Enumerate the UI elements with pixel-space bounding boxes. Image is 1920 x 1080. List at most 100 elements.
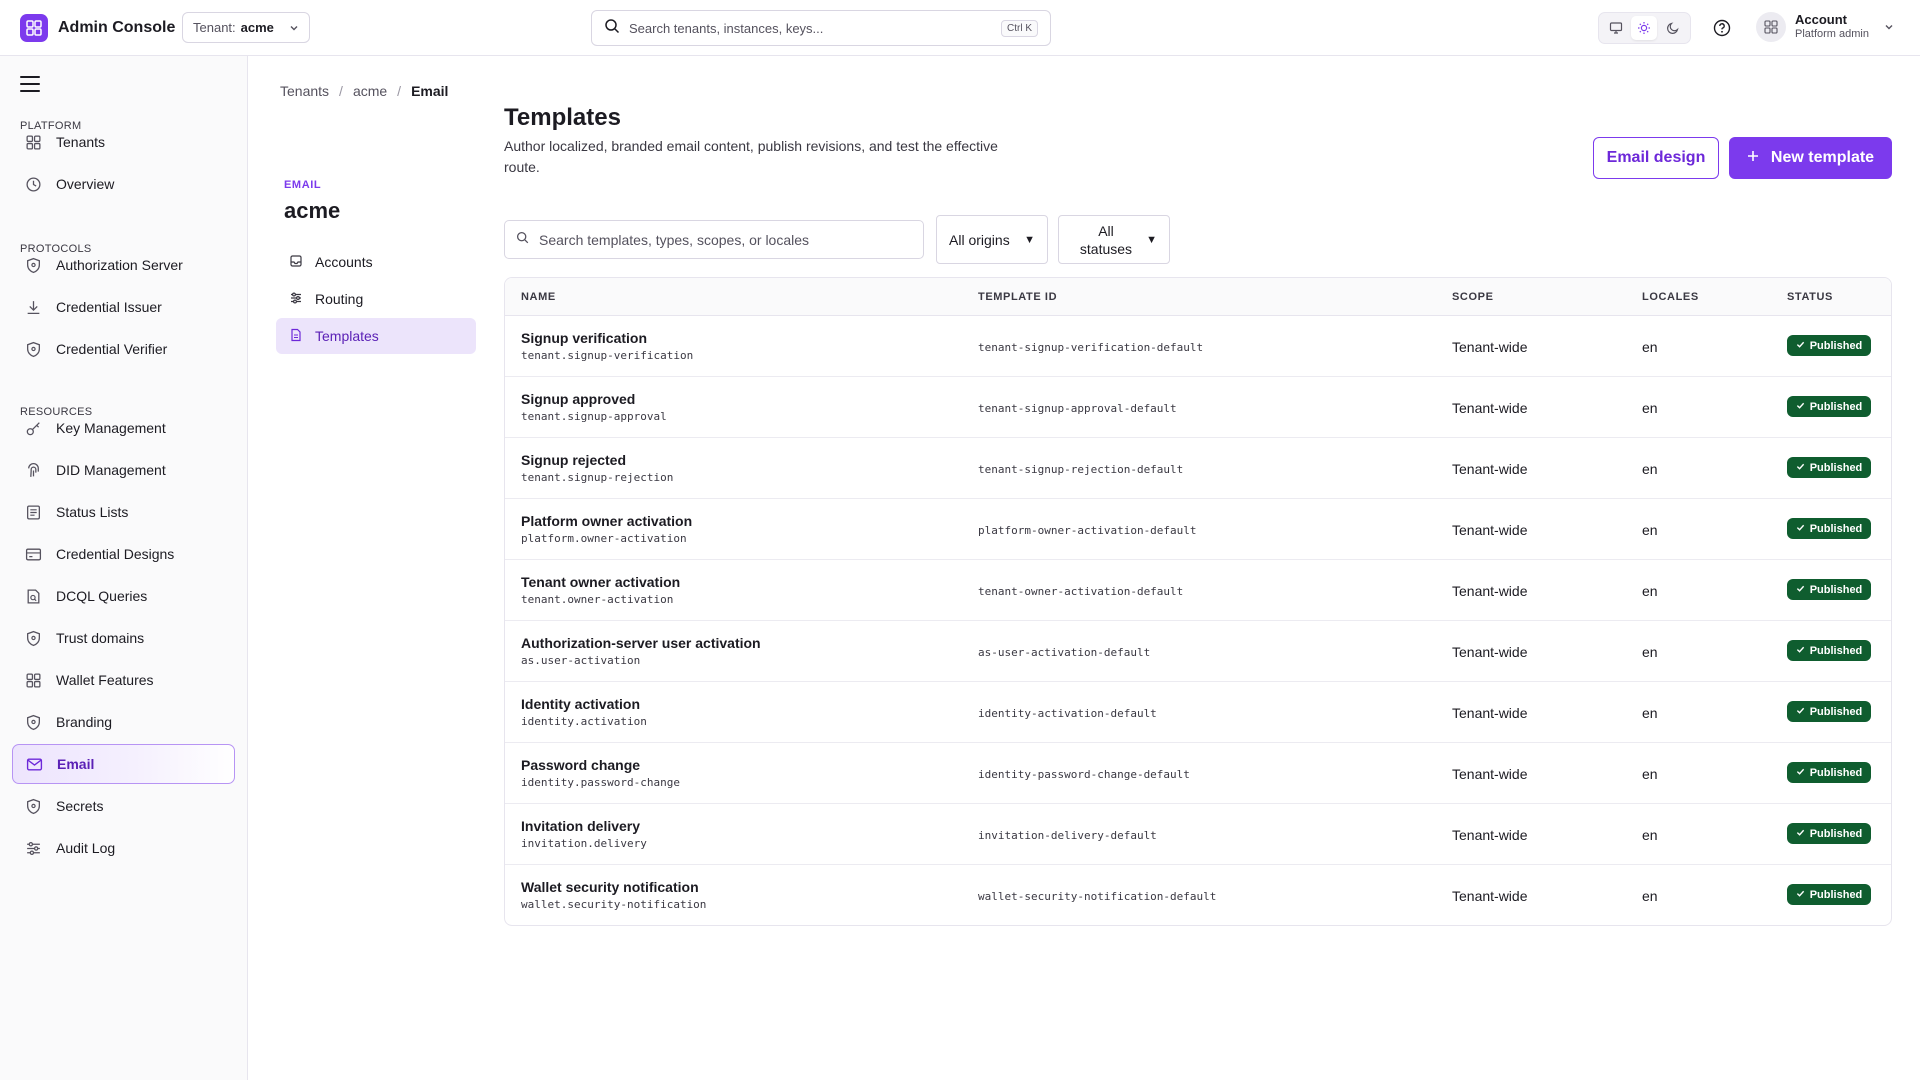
account-name: Account bbox=[1795, 12, 1847, 28]
origin-filter[interactable]: All origins ▼ bbox=[936, 215, 1048, 264]
template-name[interactable]: Wallet security notification bbox=[521, 879, 706, 895]
menu-icon[interactable] bbox=[20, 76, 40, 92]
template-name[interactable]: Authorization-server user activation bbox=[521, 635, 761, 651]
status-filter[interactable]: All statuses ▼ bbox=[1058, 215, 1170, 264]
sidebar-item-authorization-server[interactable]: Authorization Server bbox=[12, 245, 235, 285]
table-row[interactable]: Invitation delivery invitation.delivery … bbox=[505, 804, 1891, 865]
subnav-item-templates[interactable]: Templates bbox=[276, 318, 476, 354]
template-scope: Tenant-wide bbox=[1452, 400, 1528, 416]
status-badge-label: Published bbox=[1809, 705, 1863, 718]
theme-switcher bbox=[1598, 12, 1691, 44]
table-row[interactable]: Signup rejected tenant.signup-rejection … bbox=[505, 438, 1891, 499]
new-template-button[interactable]: New template bbox=[1729, 137, 1892, 179]
global-search[interactable]: Ctrl K bbox=[591, 10, 1051, 46]
sidebar-item-secrets[interactable]: Secrets bbox=[12, 786, 235, 826]
sidebar-item-label: Status Lists bbox=[56, 504, 129, 520]
breadcrumb-tenants[interactable]: Tenants bbox=[280, 83, 329, 99]
sidebar-item-key-management[interactable]: Key Management bbox=[12, 408, 235, 448]
sidebar-item-did-management[interactable]: DID Management bbox=[12, 450, 235, 490]
search-icon bbox=[516, 231, 529, 249]
template-scope: Tenant-wide bbox=[1452, 705, 1528, 721]
template-name-cell: Invitation delivery invitation.delivery bbox=[521, 818, 647, 850]
template-name[interactable]: Signup approved bbox=[521, 391, 667, 407]
template-key: invitation.delivery bbox=[521, 837, 647, 850]
sidebar-item-dcql-queries[interactable]: DCQL Queries bbox=[12, 576, 235, 616]
sidebar-item-overview[interactable]: Overview bbox=[12, 164, 235, 204]
grid-icon bbox=[25, 672, 42, 689]
table-row[interactable]: Password change identity.password-change… bbox=[505, 743, 1891, 804]
brand[interactable]: Admin Console bbox=[20, 14, 175, 42]
app-title: Admin Console bbox=[58, 19, 176, 36]
key-icon bbox=[25, 420, 42, 437]
check-icon bbox=[1796, 706, 1805, 718]
template-name[interactable]: Platform owner activation bbox=[521, 513, 692, 529]
sidebar-item-audit-log[interactable]: Audit Log bbox=[12, 828, 235, 868]
new-template-label: New template bbox=[1770, 149, 1875, 166]
fingerprint-icon bbox=[25, 462, 42, 479]
template-id: wallet-security-notification-default bbox=[978, 890, 1217, 903]
status-badge: Published bbox=[1787, 579, 1871, 600]
table-row[interactable]: Signup verification tenant.signup-verifi… bbox=[505, 316, 1891, 377]
column-header-status[interactable]: STATUS bbox=[1787, 291, 1833, 303]
template-name[interactable]: Signup verification bbox=[521, 330, 693, 346]
subnav-item-routing[interactable]: Routing bbox=[276, 281, 476, 317]
monitor-icon[interactable] bbox=[1603, 16, 1629, 40]
sidebar-item-trust-domains[interactable]: Trust domains bbox=[12, 618, 235, 658]
table-row[interactable]: Platform owner activation platform.owner… bbox=[505, 499, 1891, 560]
status-badge-label: Published bbox=[1809, 339, 1863, 352]
column-header-name[interactable]: NAME bbox=[521, 291, 556, 303]
template-id: invitation-delivery-default bbox=[978, 829, 1157, 842]
sidebar-item-credential-designs[interactable]: Credential Designs bbox=[12, 534, 235, 574]
template-search-input[interactable] bbox=[539, 231, 912, 248]
template-scope: Tenant-wide bbox=[1452, 644, 1528, 660]
sidebar-item-branding[interactable]: Branding bbox=[12, 702, 235, 742]
sidebar-item-credential-issuer[interactable]: Credential Issuer bbox=[12, 287, 235, 327]
sidebar-item-status-lists[interactable]: Status Lists bbox=[12, 492, 235, 532]
status-badge: Published bbox=[1787, 884, 1871, 905]
sidebar-item-label: Email bbox=[57, 756, 95, 772]
account-menu[interactable]: Account Platform admin bbox=[1756, 12, 1894, 42]
status-badge-label: Published bbox=[1809, 583, 1863, 596]
page-title: Templates bbox=[504, 104, 621, 131]
check-icon bbox=[1796, 462, 1805, 474]
column-header-template-id[interactable]: TEMPLATE ID bbox=[978, 291, 1057, 303]
shield-icon bbox=[25, 630, 42, 647]
sidebar-item-email[interactable]: Email bbox=[12, 744, 235, 784]
email-design-button[interactable]: Email design bbox=[1593, 137, 1719, 179]
column-header-locales[interactable]: LOCALES bbox=[1642, 291, 1699, 303]
global-search-input[interactable] bbox=[629, 20, 992, 36]
table-row[interactable]: Identity activation identity.activation … bbox=[505, 682, 1891, 743]
table-row[interactable]: Authorization-server user activation as.… bbox=[505, 621, 1891, 682]
sidebar-item-tenants[interactable]: Tenants bbox=[12, 122, 235, 162]
check-icon bbox=[1796, 645, 1805, 657]
chevron-down-icon bbox=[1884, 22, 1894, 32]
sidebar-item-credential-verifier[interactable]: Credential Verifier bbox=[12, 329, 235, 369]
breadcrumb-current: Email bbox=[411, 83, 449, 99]
sidebar-item-wallet-features[interactable]: Wallet Features bbox=[12, 660, 235, 700]
status-badge: Published bbox=[1787, 335, 1871, 356]
table-body: Signup verification tenant.signup-verifi… bbox=[505, 316, 1891, 925]
template-name[interactable]: Password change bbox=[521, 757, 680, 773]
template-search[interactable] bbox=[504, 220, 924, 259]
tenant-selector[interactable]: Tenant: acme bbox=[182, 12, 310, 43]
check-icon bbox=[1796, 889, 1805, 901]
sun-icon[interactable] bbox=[1631, 16, 1658, 40]
breadcrumb-tenant[interactable]: acme bbox=[353, 83, 387, 99]
moon-icon[interactable] bbox=[1660, 16, 1686, 40]
template-name[interactable]: Identity activation bbox=[521, 696, 647, 712]
status-badge-label: Published bbox=[1809, 766, 1863, 779]
table-row[interactable]: Signup approved tenant.signup-approval t… bbox=[505, 377, 1891, 438]
template-name[interactable]: Tenant owner activation bbox=[521, 574, 680, 590]
subnav-item-accounts[interactable]: Accounts bbox=[276, 244, 476, 280]
template-scope: Tenant-wide bbox=[1452, 583, 1528, 599]
help-icon[interactable] bbox=[1711, 17, 1733, 39]
template-name[interactable]: Signup rejected bbox=[521, 452, 673, 468]
template-locales: en bbox=[1642, 705, 1658, 721]
template-name[interactable]: Invitation delivery bbox=[521, 818, 647, 834]
table-row[interactable]: Wallet security notification wallet.secu… bbox=[505, 865, 1891, 925]
sidebar-item-label: Key Management bbox=[56, 420, 166, 436]
template-key: tenant.owner-activation bbox=[521, 593, 674, 606]
breadcrumb: Tenants / acme / Email bbox=[280, 83, 448, 99]
column-header-scope[interactable]: SCOPE bbox=[1452, 291, 1494, 303]
table-row[interactable]: Tenant owner activation tenant.owner-act… bbox=[505, 560, 1891, 621]
